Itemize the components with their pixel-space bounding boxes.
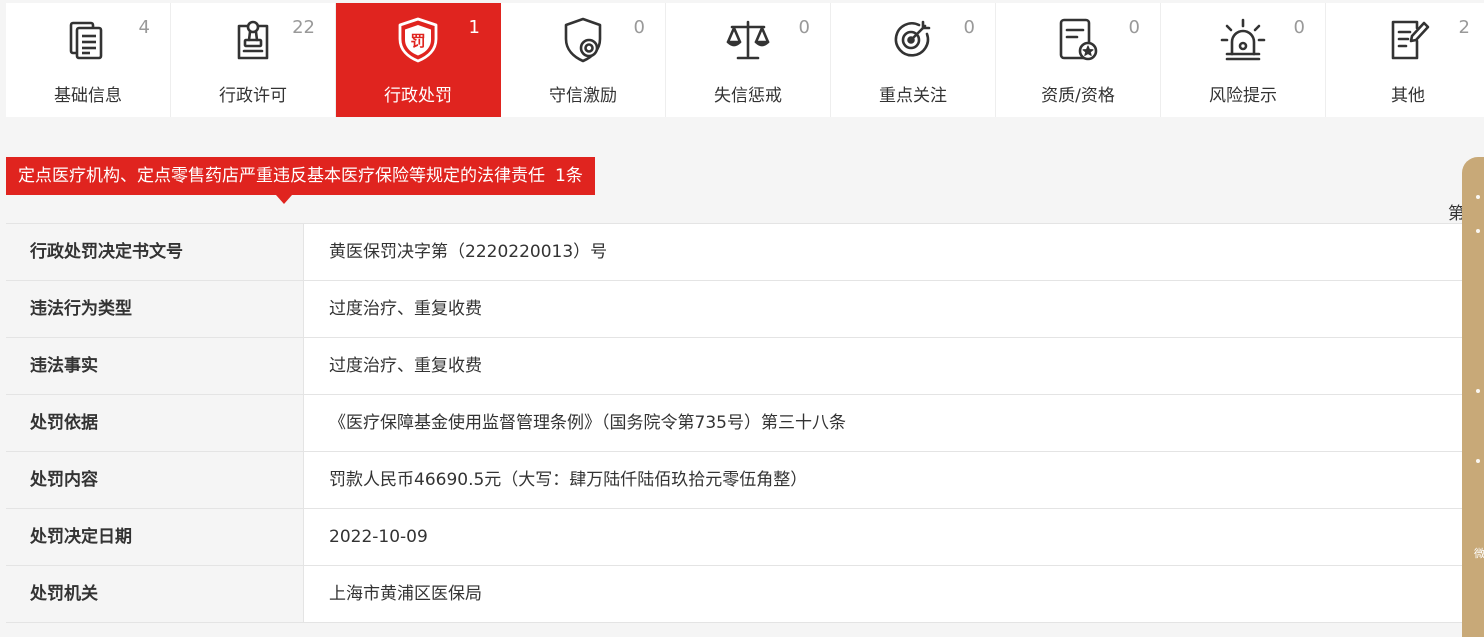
tab-count: 0: [1128, 17, 1140, 38]
tab-other[interactable]: 2 其他: [1326, 3, 1484, 117]
tab-label: 其他: [1391, 86, 1425, 106]
side-panel-label: 微: [1474, 547, 1484, 560]
tab-count: 1: [468, 17, 480, 38]
table-row: 违法行为类型 过度治疗、重复收费: [6, 281, 1484, 338]
penalty-shield-icon: 罚: [392, 14, 444, 66]
certificate-icon: [1052, 14, 1104, 66]
tab-label: 风险提示: [1209, 86, 1277, 106]
row-value: 2022-10-09: [329, 527, 428, 547]
row-key: 处罚机关: [6, 566, 304, 622]
row-value: 《医疗保障基金使用监督管理条例》（国务院令第735号）第三十八条: [329, 413, 846, 433]
tab-count: 0: [1293, 17, 1305, 38]
banner-arrow: [276, 195, 292, 204]
row-key: 处罚依据: [6, 395, 304, 451]
document-icon: [62, 14, 114, 66]
tab-label: 行政许可: [219, 86, 287, 106]
tab-count: 0: [798, 17, 810, 38]
table-row: 处罚决定日期 2022-10-09: [6, 509, 1484, 566]
penalty-icon-glyph: 罚: [410, 32, 425, 50]
row-value: 上海市黄浦区医保局: [329, 584, 482, 604]
target-icon: [887, 14, 939, 66]
row-key: 行政处罚决定书文号: [6, 224, 304, 280]
tab-label: 资质/资格: [1041, 86, 1115, 106]
tab-admin-penalty[interactable]: 罚 1 行政处罚: [336, 3, 501, 117]
scale-icon: [722, 14, 774, 66]
decoration-dot: [1476, 229, 1480, 233]
tab-key-attention[interactable]: 0 重点关注: [831, 3, 996, 117]
tab-label: 基础信息: [54, 86, 122, 106]
row-key: 违法事实: [6, 338, 304, 394]
decoration-dot: [1476, 195, 1480, 199]
row-value: 过度治疗、重复收费: [329, 299, 482, 319]
row-value: 黄医保罚决字第（2220220013）号: [329, 242, 608, 262]
tab-risk-alert[interactable]: 0 风险提示: [1161, 3, 1326, 117]
section-banner: 定点医疗机构、定点零售药店严重违反基本医疗保险等规定的法律责任 1条: [6, 157, 595, 195]
checklist-icon: [1382, 14, 1434, 66]
tab-admin-license[interactable]: 22 行政许可: [171, 3, 336, 117]
row-value: 过度治疗、重复收费: [329, 356, 482, 376]
tab-count: 0: [633, 17, 645, 38]
table-row: 处罚机关 上海市黄浦区医保局: [6, 566, 1484, 623]
tab-label: 行政处罚: [384, 86, 452, 106]
floating-side-panel[interactable]: 微: [1462, 157, 1484, 637]
row-value: 罚款人民币46690.5元（大写：肆万陆仟陆佰玖拾元零伍角整）: [329, 470, 808, 490]
row-key: 处罚内容: [6, 452, 304, 508]
tab-label: 守信激励: [549, 86, 617, 106]
banner-title: 定点医疗机构、定点零售药店严重违反基本医疗保险等规定的法律责任: [18, 166, 545, 186]
decoration-dot: [1476, 459, 1480, 463]
alarm-icon: [1217, 14, 1269, 66]
table-row: 违法事实 过度治疗、重复收费: [6, 338, 1484, 395]
tab-count: 4: [138, 17, 150, 38]
table-row: 行政处罚决定书文号 黄医保罚决字第（2220220013）号: [6, 224, 1484, 281]
tab-count: 22: [292, 17, 315, 38]
row-key: 处罚决定日期: [6, 509, 304, 565]
tab-credit-incentive[interactable]: 0 守信激励: [501, 3, 666, 117]
table-row: 处罚依据 《医疗保障基金使用监督管理条例》（国务院令第735号）第三十八条: [6, 395, 1484, 452]
penalty-detail-table: 行政处罚决定书文号 黄医保罚决字第（2220220013）号 违法行为类型 过度…: [6, 223, 1484, 623]
stamp-icon: [227, 14, 279, 66]
tab-count: 0: [963, 17, 975, 38]
row-key: 违法行为类型: [6, 281, 304, 337]
tab-qualification[interactable]: 0 资质/资格: [996, 3, 1161, 117]
credit-shield-icon: [557, 14, 609, 66]
category-tabs: 4 基础信息 22 行政许可 罚 1 行政处罚 0 守信激励 0 失信惩戒 0 …: [6, 3, 1484, 117]
tab-label: 重点关注: [879, 86, 947, 106]
tab-dishonesty-punishment[interactable]: 0 失信惩戒: [666, 3, 831, 117]
decoration-dot: [1476, 389, 1480, 393]
tab-label: 失信惩戒: [714, 86, 782, 106]
table-row: 处罚内容 罚款人民币46690.5元（大写：肆万陆仟陆佰玖拾元零伍角整）: [6, 452, 1484, 509]
tab-count: 2: [1458, 17, 1470, 38]
tab-basic-info[interactable]: 4 基础信息: [6, 3, 171, 117]
banner-count: 1条: [555, 166, 583, 186]
